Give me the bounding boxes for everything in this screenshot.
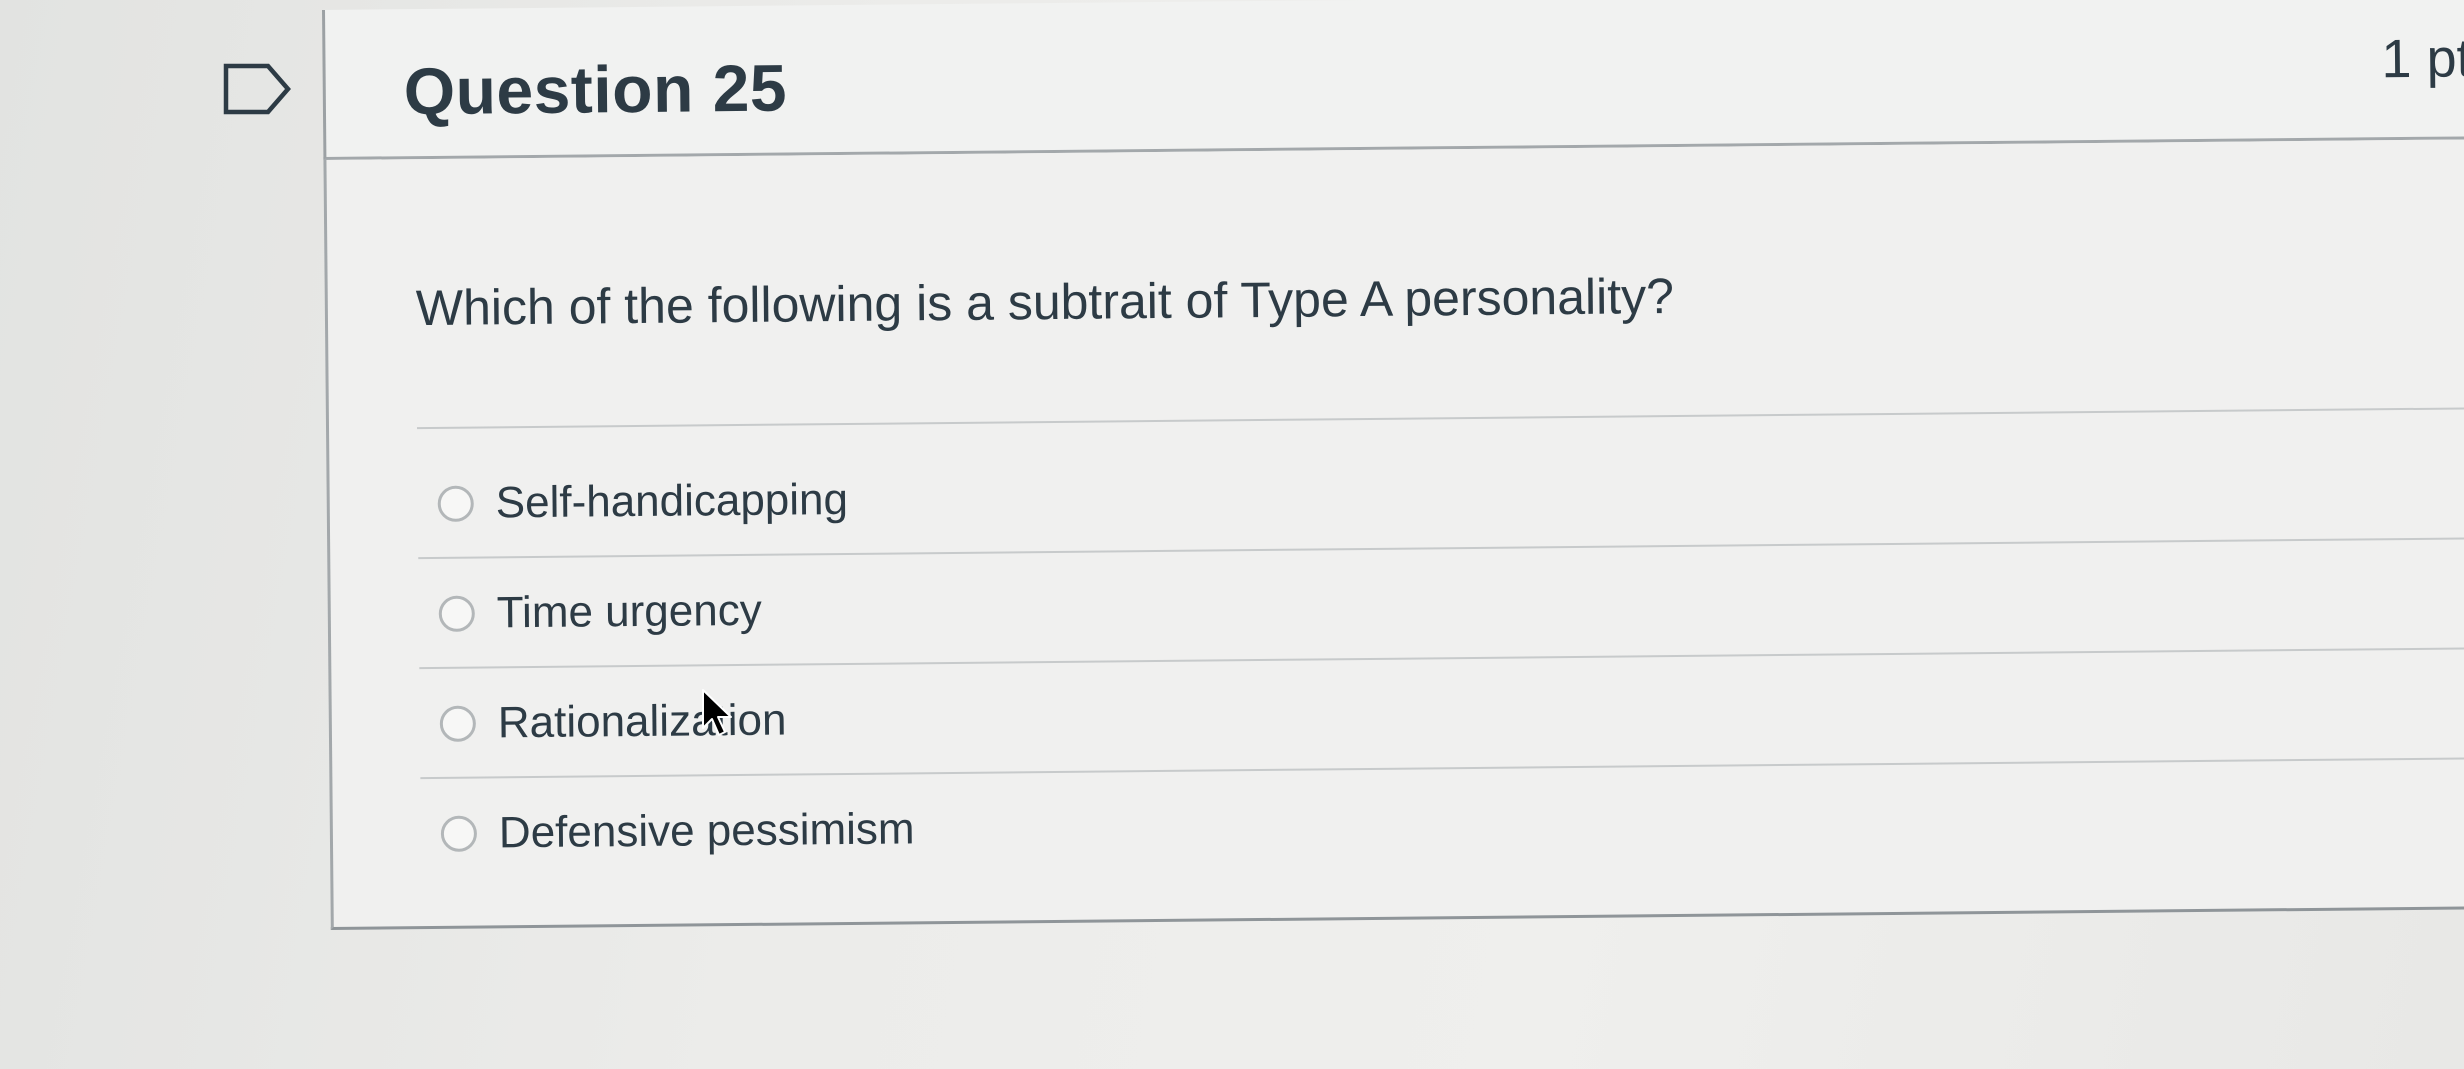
answer-option[interactable]: Self-handicapping — [437, 465, 848, 539]
question-card: Question 25 1 pts Which of the following… — [322, 0, 2464, 930]
answer-divider — [418, 537, 2464, 560]
answer-option[interactable]: Defensive pessimism — [440, 794, 915, 869]
quiz-screen: Question 25 1 pts Which of the following… — [0, 0, 2464, 1069]
question-title: Question 25 — [403, 50, 788, 129]
question-body: Which of the following is a subtrait of … — [323, 138, 2464, 930]
radio-button-icon[interactable] — [438, 595, 475, 632]
answer-label[interactable]: Self-handicapping — [496, 475, 849, 528]
answer-divider — [419, 647, 2464, 670]
answer-option[interactable]: Time urgency — [438, 576, 762, 649]
answer-label[interactable]: Defensive pessimism — [499, 804, 915, 858]
question-divider — [417, 407, 2464, 430]
question-header: Question 25 1 pts — [322, 0, 2464, 160]
flag-question-icon[interactable] — [222, 62, 292, 116]
answer-label[interactable]: Rationalization — [498, 696, 787, 749]
radio-button-icon[interactable] — [437, 485, 474, 522]
radio-button-icon[interactable] — [439, 705, 477, 742]
answer-divider — [420, 757, 2464, 780]
radio-button-icon[interactable] — [440, 815, 478, 852]
question-points: 1 pts — [2381, 28, 2464, 90]
answer-label[interactable]: Time urgency — [497, 586, 762, 639]
question-text: Which of the following is a subtrait of … — [415, 268, 1675, 337]
mouse-pointer-icon — [702, 689, 732, 736]
